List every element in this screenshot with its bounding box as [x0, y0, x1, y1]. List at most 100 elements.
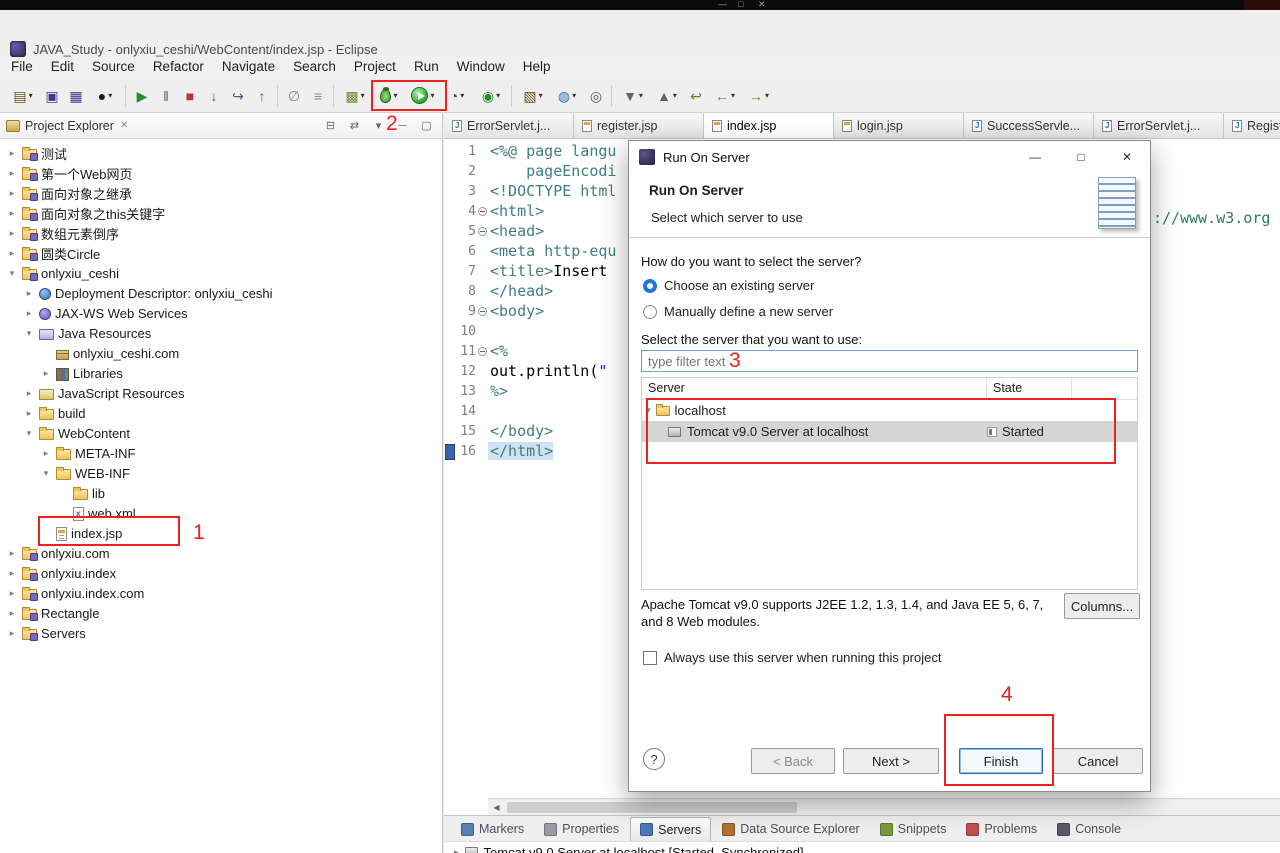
editor-tab[interactable]: ErrorServlet.j...: [444, 113, 574, 138]
editor-tab[interactable]: login.jsp: [834, 113, 964, 138]
menu-project[interactable]: Project: [345, 56, 405, 77]
tree-expand-arrow[interactable]: ▸: [6, 248, 18, 259]
close-icon[interactable]: ✕: [758, 0, 766, 10]
tree-expand-arrow[interactable]: ▸: [23, 288, 35, 299]
tree-expand-arrow[interactable]: ▸: [6, 548, 18, 559]
tree-item[interactable]: ▸ 面向对象之继承: [0, 183, 442, 203]
tree-item[interactable]: lib: [0, 483, 442, 503]
tree-expand-arrow[interactable]: ▸: [6, 568, 18, 579]
tree-item[interactable]: ▾ WEB-INF: [0, 463, 442, 483]
tree-item[interactable]: ▸ onlyxiu.index.com: [0, 583, 442, 603]
tree-item[interactable]: ▸ 测试: [0, 143, 442, 163]
tree-item[interactable]: ▾ WebContent: [0, 423, 442, 443]
column-state[interactable]: State: [987, 378, 1072, 399]
dialog-maximize-icon[interactable]: □: [1058, 141, 1104, 173]
editor-tab[interactable]: register.jsp: [574, 113, 704, 138]
tab-properties[interactable]: Properties: [535, 817, 628, 841]
skip-breakpoints-icon[interactable]: ∅: [282, 82, 306, 110]
fold-marker[interactable]: [477, 346, 487, 356]
tab-problems[interactable]: Problems: [957, 817, 1046, 841]
editor-tab[interactable]: index.jsp: [704, 113, 834, 138]
maximize-view-icon[interactable]: ▢: [417, 119, 436, 132]
tree-expand-arrow[interactable]: ▾: [23, 328, 35, 339]
radio-unselected-icon[interactable]: [643, 304, 657, 319]
tree-expand-arrow[interactable]: ▾: [6, 268, 18, 279]
tree-expand-arrow[interactable]: ▸: [6, 228, 18, 239]
tree-expand-arrow[interactable]: ▸: [6, 608, 18, 619]
collapse-all-icon[interactable]: ⊟: [321, 119, 340, 132]
dialog-close-icon[interactable]: ✕: [1104, 141, 1150, 173]
tree-item[interactable]: ▸ 圆类Circle: [0, 243, 442, 263]
search-icon[interactable]: ◎: [584, 82, 608, 110]
link-with-editor-icon[interactable]: ⇄: [345, 119, 364, 132]
tab-snippets[interactable]: Snippets: [871, 817, 956, 841]
resume-icon[interactable]: ▶: [130, 82, 154, 110]
tree-expand-arrow[interactable]: ▸: [40, 448, 52, 459]
menu-help[interactable]: Help: [514, 56, 560, 77]
step-return-icon[interactable]: ↑: [250, 82, 274, 110]
tree-expand-arrow[interactable]: ▸: [6, 188, 18, 199]
minimize-icon[interactable]: —: [718, 0, 727, 10]
dialog-titlebar[interactable]: Run On Server — □ ✕: [629, 141, 1150, 173]
new-web-project-icon[interactable]: ▧ ▾: [516, 82, 550, 110]
tree-item[interactable]: ▸ 数组元素倒序: [0, 223, 442, 243]
server-filter-input[interactable]: [641, 350, 1138, 372]
tree-item[interactable]: onlyxiu_ceshi.com: [0, 343, 442, 363]
tab-console[interactable]: Console: [1048, 817, 1130, 841]
save-all-icon[interactable]: ▦: [64, 82, 88, 110]
tree-item[interactable]: ▸ JavaScript Resources: [0, 383, 442, 403]
cancel-button[interactable]: Cancel: [1053, 748, 1143, 774]
tree-item[interactable]: ▾ Java Resources: [0, 323, 442, 343]
tree-item[interactable]: ▸ Deployment Descriptor: onlyxiu_ceshi: [0, 283, 442, 303]
fold-marker[interactable]: [477, 206, 487, 216]
back-icon[interactable]: ← ▾: [708, 82, 742, 110]
tree-item[interactable]: ▸ onlyxiu.index: [0, 563, 442, 583]
coverage-icon[interactable]: ▩ ▾: [338, 82, 372, 110]
step-over-icon[interactable]: ↪: [226, 82, 250, 110]
step-into-icon[interactable]: ↓: [202, 82, 226, 110]
new-wizard-icon[interactable]: ▤ ▾: [6, 82, 40, 110]
radio-manual-server[interactable]: Manually define a new server: [643, 304, 833, 319]
back-button[interactable]: < Back: [751, 748, 835, 774]
tree-expand-arrow[interactable]: ▸: [6, 148, 18, 159]
menu-source[interactable]: Source: [83, 56, 144, 77]
tree-expand-arrow[interactable]: ▸: [40, 368, 52, 379]
tree-expand-arrow[interactable]: ▸: [23, 408, 35, 419]
tree-expand-arrow[interactable]: ▸: [6, 168, 18, 179]
tree-item[interactable]: ▸ Rectangle: [0, 603, 442, 623]
radio-existing-server[interactable]: Choose an existing server: [643, 278, 814, 293]
tree-item[interactable]: ▸ Libraries: [0, 363, 442, 383]
next-button[interactable]: Next >: [843, 748, 939, 774]
last-edit-location-icon[interactable]: ↩: [684, 82, 708, 110]
fold-marker[interactable]: [477, 226, 487, 236]
horizontal-scrollbar[interactable]: ◀: [488, 798, 1280, 815]
menu-edit[interactable]: Edit: [42, 56, 83, 77]
editor-tab[interactable]: ErrorServlet.j...: [1094, 113, 1224, 138]
tab-data-source-explorer[interactable]: Data Source Explorer: [713, 817, 869, 841]
server-status-text[interactable]: Tomcat v9.0 Server at localhost [Started…: [484, 845, 804, 853]
tree-item[interactable]: ▸ Servers: [0, 623, 442, 643]
tab-markers[interactable]: Markers: [452, 817, 533, 841]
help-button[interactable]: ?: [643, 748, 665, 770]
suspend-icon[interactable]: ‖: [154, 82, 178, 110]
tree-item[interactable]: ▸ build: [0, 403, 442, 423]
column-server[interactable]: Server: [642, 378, 987, 399]
server-table-header[interactable]: Server State: [642, 378, 1137, 400]
previous-annotation-icon[interactable]: ▲ ▾: [650, 82, 684, 110]
menu-file[interactable]: File: [2, 56, 42, 77]
save-icon[interactable]: ▣: [40, 82, 64, 110]
dialog-minimize-icon[interactable]: —: [1012, 141, 1058, 173]
view-close-icon[interactable]: ✕: [120, 120, 128, 131]
menu-search[interactable]: Search: [284, 56, 345, 77]
menu-run[interactable]: Run: [405, 56, 448, 77]
run-history-icon[interactable]: ◉ ▾: [474, 82, 508, 110]
tree-item[interactable]: ▸ 第一个Web网页: [0, 163, 442, 183]
tree-item[interactable]: ▾ onlyxiu_ceshi: [0, 263, 442, 283]
editor-tab[interactable]: RegisterS: [1224, 113, 1280, 138]
web-browser-icon[interactable]: ◍ ▾: [550, 82, 584, 110]
tree-expand-arrow[interactable]: ▸: [6, 588, 18, 599]
menu-window[interactable]: Window: [448, 56, 514, 77]
tree-expand-arrow[interactable]: ▸: [454, 847, 459, 853]
tree-item[interactable]: ▸ META-INF: [0, 443, 442, 463]
always-use-checkbox-row[interactable]: Always use this server when running this…: [643, 650, 941, 665]
